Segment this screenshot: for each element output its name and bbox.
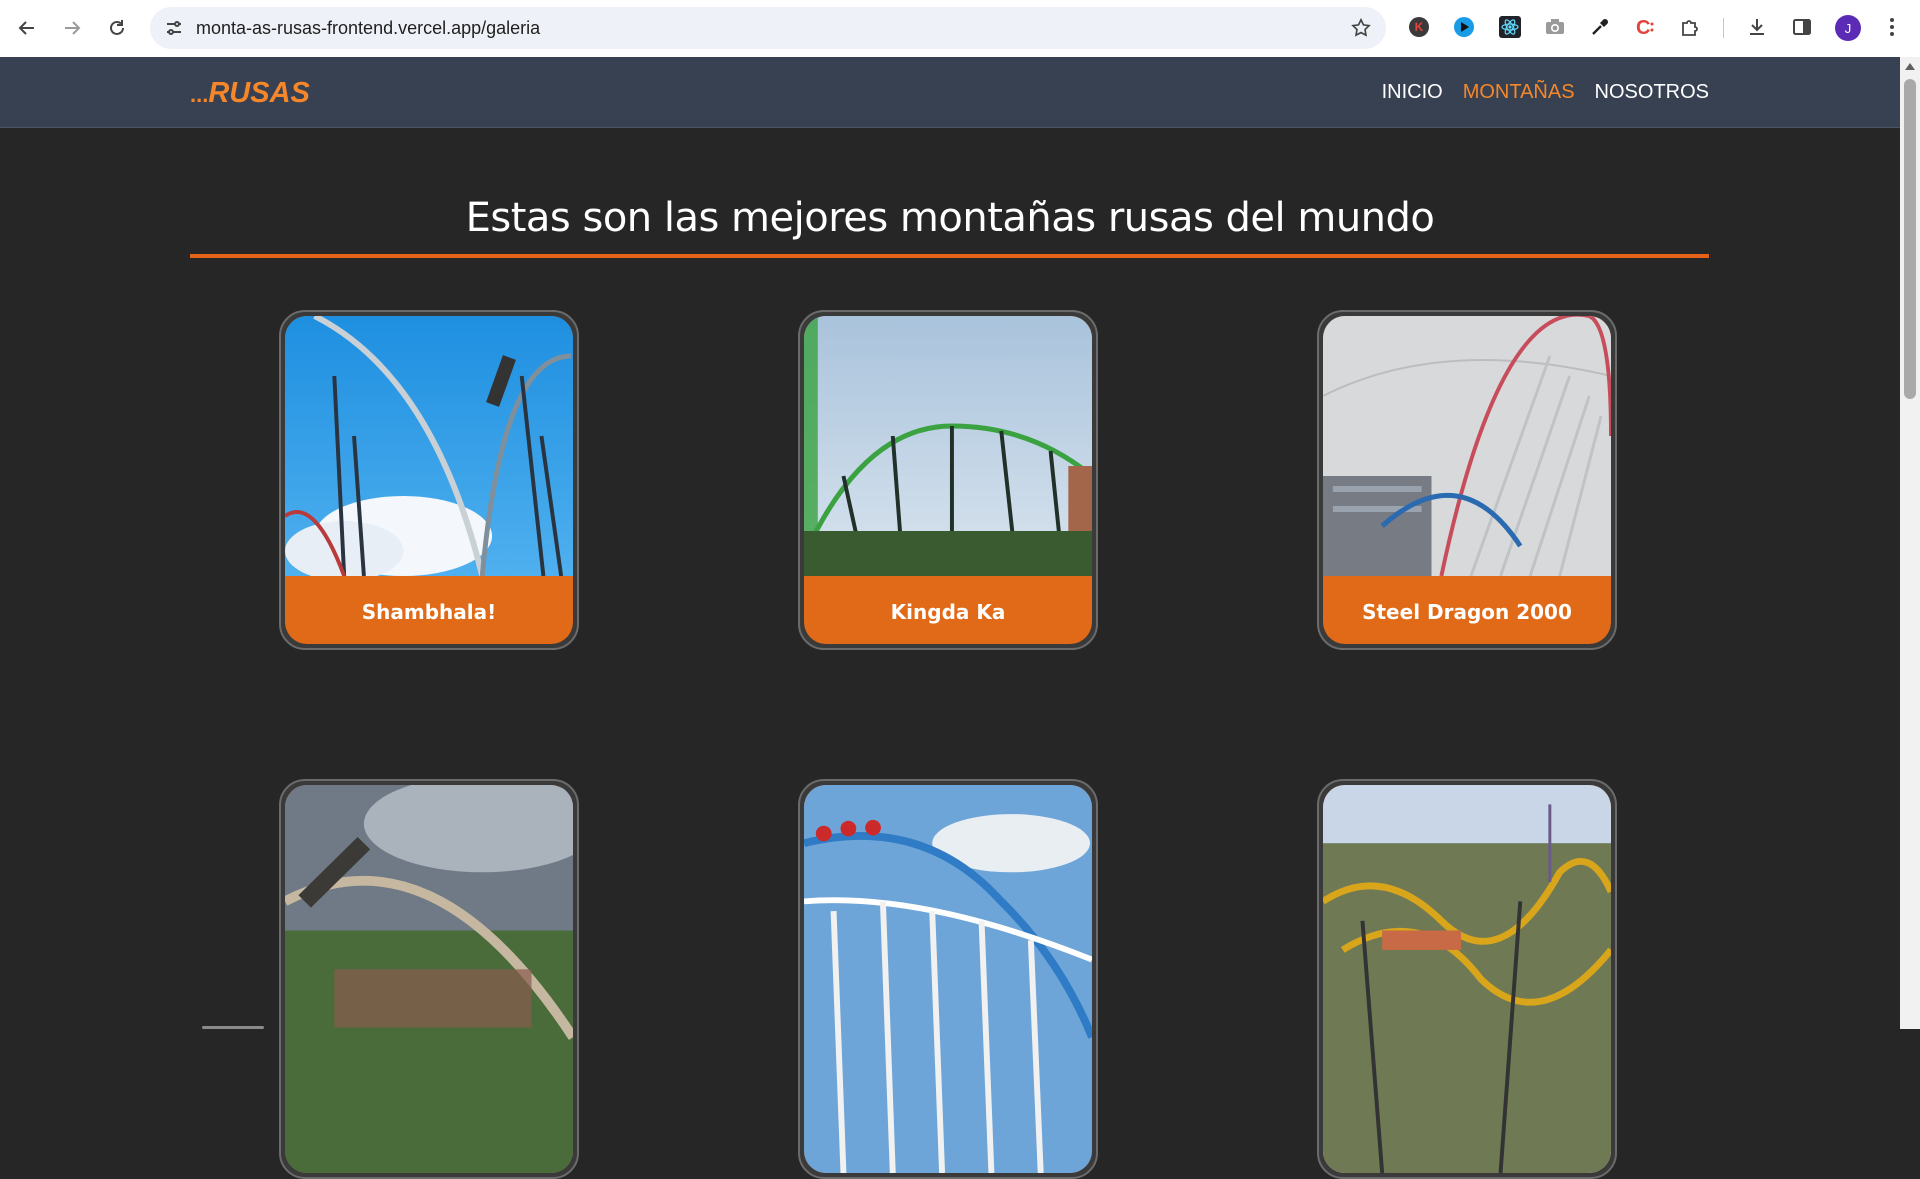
coaster-card[interactable] xyxy=(798,779,1098,1179)
eyedropper-icon[interactable] xyxy=(1587,14,1613,40)
site-header: ...RUSAS INICIO MONTAÑAS NOSOTROS xyxy=(0,57,1900,128)
camera-icon[interactable] xyxy=(1542,14,1568,40)
address-bar[interactable]: monta-as-rusas-frontend.vercel.app/galer… xyxy=(150,7,1386,49)
nav-inicio[interactable]: INICIO xyxy=(1382,81,1443,104)
toolbar-separator xyxy=(1723,18,1724,38)
menu-kebab-icon[interactable] xyxy=(1882,14,1902,40)
site-logo[interactable]: ...RUSAS xyxy=(190,77,310,110)
c-extension-icon[interactable]: C xyxy=(1632,14,1658,40)
svg-text:C: C xyxy=(1636,17,1650,38)
site-settings-icon[interactable] xyxy=(164,18,184,38)
coaster-photo xyxy=(1323,316,1611,576)
reload-icon xyxy=(110,20,124,35)
coaster-photo xyxy=(285,785,573,1173)
title-divider xyxy=(190,254,1709,258)
coaster-name: Kingda Ka xyxy=(890,600,1006,624)
scroll-up-arrow-icon[interactable] xyxy=(1905,63,1915,70)
logo-text: RUSAS xyxy=(208,77,310,109)
video-extension-icon[interactable] xyxy=(1451,14,1477,40)
nav-montanas[interactable]: MONTAÑAS xyxy=(1463,81,1575,104)
download-icon[interactable] xyxy=(1744,14,1770,40)
url-text: monta-as-rusas-frontend.vercel.app/galer… xyxy=(196,18,541,38)
nav-nosotros[interactable]: NOSOTROS xyxy=(1595,81,1709,104)
page-scrollbar[interactable] xyxy=(1900,57,1920,1029)
coaster-photo xyxy=(804,316,1092,576)
logo-dots: ... xyxy=(190,82,209,107)
page-title: Estas son las mejores montañas rusas del… xyxy=(465,194,1435,241)
scroll-thumb[interactable] xyxy=(1904,79,1916,399)
coaster-card[interactable] xyxy=(1317,779,1617,1179)
coaster-name: Steel Dragon 2000 xyxy=(1362,600,1572,624)
back-button[interactable] xyxy=(12,13,42,43)
coaster-card[interactable]: Kingda Ka xyxy=(798,310,1098,650)
react-devtools-icon[interactable] xyxy=(1497,14,1523,40)
coaster-card[interactable] xyxy=(279,779,579,1179)
coaster-card[interactable]: Shambhala! xyxy=(279,310,579,650)
side-panel-icon[interactable] xyxy=(1789,14,1815,40)
profile-avatar[interactable]: J xyxy=(1835,15,1861,41)
coaster-photo xyxy=(1323,785,1611,1173)
arrow-right-icon xyxy=(65,21,81,35)
puzzle-icon[interactable] xyxy=(1677,14,1703,40)
forward-button[interactable] xyxy=(57,13,87,43)
arrow-left-icon xyxy=(18,21,34,35)
main-nav: INICIO MONTAÑAS NOSOTROS xyxy=(1382,81,1709,104)
reload-button[interactable] xyxy=(102,13,132,43)
k-extension-icon[interactable]: K xyxy=(1406,14,1432,40)
svg-text:K: K xyxy=(1415,20,1424,34)
coaster-photo xyxy=(285,316,573,576)
coaster-name: Shambhala! xyxy=(361,600,497,624)
coaster-photo xyxy=(804,785,1092,1173)
bookmark-star-icon[interactable] xyxy=(1350,17,1372,39)
browser-toolbar: monta-as-rusas-frontend.vercel.app/galer… xyxy=(0,0,1920,57)
coaster-card[interactable]: Steel Dragon 2000 xyxy=(1317,310,1617,650)
